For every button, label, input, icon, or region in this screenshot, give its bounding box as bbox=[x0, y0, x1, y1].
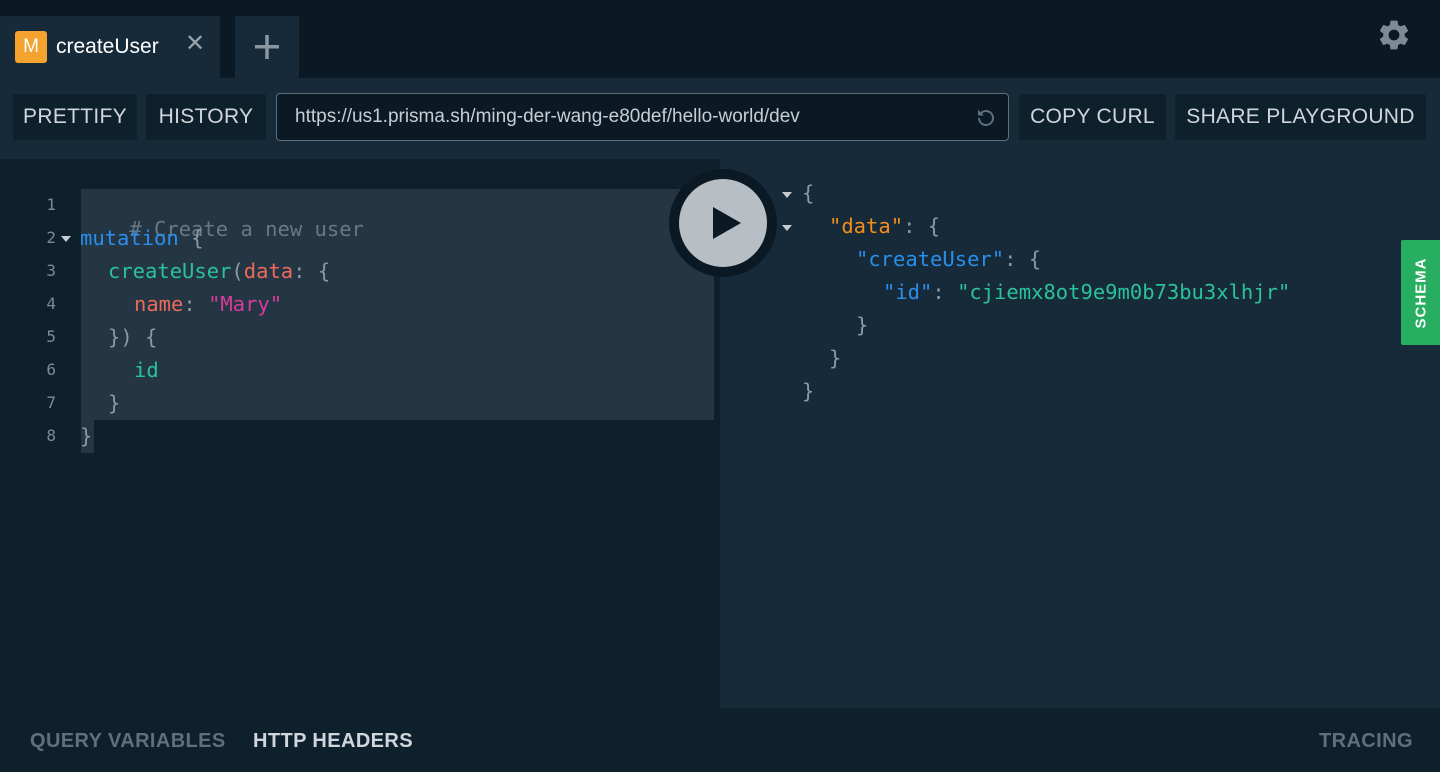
result-line-4: "id": "cjiemx8ot9e9m0b73bu3xlhjr" bbox=[883, 280, 1290, 304]
share-playground-button[interactable]: SHARE PLAYGROUND bbox=[1175, 94, 1426, 140]
code-string: "Mary" bbox=[208, 292, 283, 316]
json-id-value: "cjiemx8ot9e9m0b73bu3xlhjr" bbox=[957, 280, 1291, 304]
code-line-8: } bbox=[80, 424, 92, 448]
json-punctuation: } bbox=[829, 346, 842, 370]
code-line-4: name: "Mary" bbox=[134, 292, 282, 316]
code-punctuation: : bbox=[183, 292, 209, 316]
code-punctuation: }) { bbox=[108, 325, 158, 349]
line-number: 2 bbox=[46, 228, 56, 247]
code-punctuation: { bbox=[178, 226, 204, 250]
code-argument: data bbox=[243, 259, 294, 283]
prettify-button[interactable]: PRETTIFY bbox=[13, 94, 137, 140]
http-headers-tab[interactable]: HTTP HEADERS bbox=[253, 730, 413, 753]
play-icon bbox=[713, 207, 741, 239]
reload-icon[interactable] bbox=[974, 106, 998, 130]
code-argument: name bbox=[134, 292, 184, 316]
result-line-1: { bbox=[802, 181, 814, 205]
fold-arrow-icon[interactable] bbox=[61, 236, 71, 242]
fold-arrow-icon[interactable] bbox=[782, 192, 792, 198]
tab-bar: M createUser ✕ bbox=[0, 0, 1440, 78]
code-keyword: mutation bbox=[80, 226, 179, 250]
result-line-3: "createUser": { bbox=[856, 247, 1041, 271]
result-line-7: } bbox=[802, 379, 814, 403]
plus-icon bbox=[255, 35, 279, 59]
code-field: id bbox=[134, 358, 159, 382]
code-field: createUser bbox=[108, 259, 232, 283]
copy-curl-button[interactable]: COPY CURL bbox=[1019, 94, 1166, 140]
toolbar: PRETTIFY HISTORY https://us1.prisma.sh/m… bbox=[0, 78, 1440, 159]
history-button[interactable]: HISTORY bbox=[146, 94, 266, 140]
result-line-6: } bbox=[829, 346, 841, 370]
json-punctuation: } bbox=[856, 313, 869, 337]
schema-tab[interactable]: SCHEMA bbox=[1401, 240, 1440, 345]
json-punctuation: : { bbox=[903, 214, 941, 238]
line-number: 6 bbox=[46, 360, 56, 379]
json-punctuation: } bbox=[802, 379, 815, 403]
line-number: 8 bbox=[46, 426, 56, 445]
json-key-id: "id" bbox=[883, 280, 933, 304]
line-number: 5 bbox=[46, 327, 56, 346]
json-punctuation: : bbox=[932, 280, 958, 304]
tracing-tab[interactable]: TRACING bbox=[1319, 730, 1413, 753]
code-line-7: } bbox=[108, 391, 120, 415]
bottom-bar: QUERY VARIABLES HTTP HEADERS TRACING bbox=[0, 708, 1440, 772]
line-number: 1 bbox=[46, 195, 56, 214]
gear-icon[interactable] bbox=[1376, 17, 1412, 53]
code-punctuation: : { bbox=[293, 259, 331, 283]
schema-tab-label: SCHEMA bbox=[1412, 256, 1429, 329]
query-editor[interactable]: 1 2 3 4 5 6 7 8 # Create a new user muta… bbox=[0, 159, 720, 708]
json-key-createuser: "createUser" bbox=[856, 247, 1005, 271]
code-line-2: mutation { bbox=[80, 226, 203, 250]
result-line-5: } bbox=[856, 313, 868, 337]
json-punctuation: { bbox=[802, 181, 815, 205]
result-line-2: "data": { bbox=[829, 214, 940, 238]
line-number: 7 bbox=[46, 393, 56, 412]
result-viewer: { "data": { "createUser": { "id": "cjiem… bbox=[720, 159, 1440, 708]
tab-createuser[interactable]: M createUser ✕ bbox=[0, 16, 220, 78]
fold-arrow-icon[interactable] bbox=[782, 225, 792, 231]
json-key-data: "data" bbox=[829, 214, 904, 238]
execute-query-button[interactable] bbox=[679, 179, 767, 267]
code-punctuation: } bbox=[80, 424, 93, 448]
tab-title: createUser bbox=[56, 35, 159, 58]
endpoint-url-input[interactable]: https://us1.prisma.sh/ming-der-wang-e80d… bbox=[276, 93, 1009, 141]
code-punctuation: } bbox=[108, 391, 121, 415]
code-punctuation: ( bbox=[231, 259, 244, 283]
line-number: 3 bbox=[46, 261, 56, 280]
close-icon[interactable]: ✕ bbox=[183, 32, 207, 56]
line-number: 4 bbox=[46, 294, 56, 313]
query-variables-tab[interactable]: QUERY VARIABLES bbox=[30, 730, 226, 753]
code-line-5: }) { bbox=[108, 325, 157, 349]
endpoint-url-text: https://us1.prisma.sh/ming-der-wang-e80d… bbox=[295, 106, 800, 127]
add-tab-button[interactable] bbox=[235, 16, 299, 78]
json-punctuation: : { bbox=[1004, 247, 1042, 271]
code-line-6: id bbox=[134, 358, 159, 382]
mutation-badge-icon: M bbox=[15, 31, 47, 63]
code-line-3: createUser(data: { bbox=[108, 259, 330, 283]
